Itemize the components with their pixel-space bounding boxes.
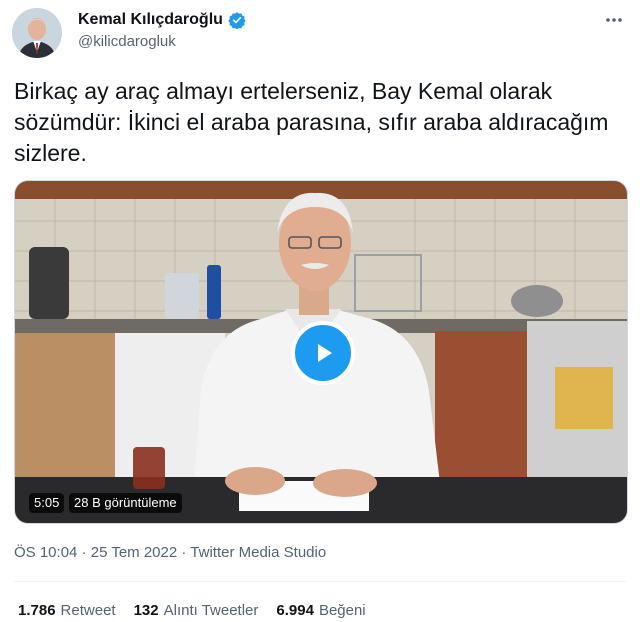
tweet-date[interactable]: 25 Tem 2022 [91, 544, 177, 561]
tweet-time[interactable]: ÖS 10:04 [14, 544, 77, 561]
author-handle[interactable]: @kilicdarogluk [78, 33, 176, 50]
meta-separator: · [181, 544, 191, 561]
quote-tweets-stat[interactable]: 132 Alıntı Tweetler [134, 602, 259, 619]
likes-count: 6.994 [276, 602, 314, 619]
video-duration-badge: 5:05 [29, 493, 65, 513]
tweet-text: Birkaç ay araç almayı ertelerseniz, Bay … [14, 78, 609, 166]
play-icon [318, 344, 332, 362]
tweet-card: Kemal Kılıçdaroğlu @kilicdarogluk Birkaç… [0, 0, 640, 622]
tweet-stats: 1.786 Retweet 132 Alıntı Tweetler 6.994 … [18, 602, 366, 619]
quotes-label: Alıntı Tweetler [163, 602, 259, 619]
tweet-meta: ÖS 10:04 · 25 Tem 2022 · Twitter Media S… [14, 544, 326, 561]
meta-separator: · [81, 544, 91, 561]
likes-stat[interactable]: 6.994 Beğeni [276, 602, 365, 619]
play-button[interactable] [291, 321, 355, 385]
likes-label: Beğeni [318, 602, 366, 619]
author-display-name[interactable]: Kemal Kılıçdaroğlu [78, 11, 223, 29]
video-views-badge: 28 B görüntüleme [69, 493, 182, 513]
more-options-icon[interactable] [602, 8, 626, 32]
divider [14, 581, 626, 582]
author-name-row[interactable]: Kemal Kılıçdaroğlu [78, 11, 246, 30]
retweets-stat[interactable]: 1.786 Retweet [18, 602, 116, 619]
author-avatar[interactable] [12, 8, 62, 58]
retweets-count: 1.786 [18, 602, 56, 619]
quotes-count: 132 [133, 602, 159, 619]
verified-badge-icon [228, 11, 246, 30]
tweet-source[interactable]: Twitter Media Studio [190, 544, 326, 561]
retweets-label: Retweet [60, 602, 116, 619]
video-player[interactable]: 5:05 28 B görüntüleme [14, 180, 628, 524]
